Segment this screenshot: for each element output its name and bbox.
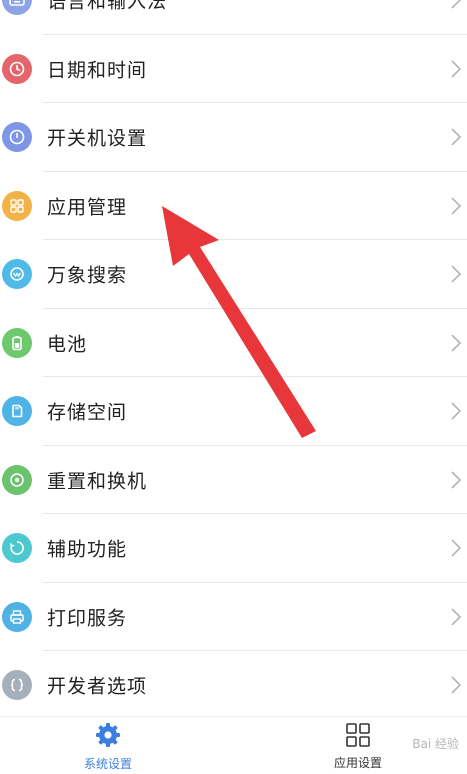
tab-label: 应用设置 (333, 755, 382, 770)
settings-item-app-management[interactable]: 应用管理 (0, 172, 467, 240)
chevron-right-icon (451, 60, 462, 78)
tab-label: 系统设置 (83, 756, 132, 771)
settings-screen: 语言和输入法 日期和时间 开关机设置 应用管理 万象搜索 电池 存储空间 重置和… (0, 0, 467, 774)
settings-item-battery[interactable]: 电池 (0, 309, 467, 377)
settings-item-reset-transfer[interactable]: 重置和换机 (0, 446, 467, 514)
chevron-right-icon (451, 265, 462, 283)
tab-app-settings[interactable]: 应用设置 (288, 717, 428, 774)
settings-item-universal-search[interactable]: 万象搜索 (0, 240, 467, 309)
settings-item-label: 日期和时间 (47, 59, 148, 82)
chevron-right-icon (451, 471, 462, 489)
settings-item-label: 存储空间 (47, 401, 128, 424)
settings-item-storage[interactable]: 存储空间 (0, 377, 467, 446)
baidu-watermark: Bai 经验 (412, 737, 459, 751)
storage-icon (2, 396, 32, 427)
settings-list: 语言和输入法 日期和时间 开关机设置 应用管理 万象搜索 电池 存储空间 重置和… (0, 0, 467, 720)
tab-system-settings[interactable]: 系统设置 (38, 717, 178, 774)
battery-icon (2, 327, 32, 358)
settings-item-label: 电池 (47, 333, 88, 356)
bottom-navigation: 系统设置 应用设置 Bai 经验 (0, 716, 467, 774)
code-braces-icon (2, 670, 32, 701)
search-icon (2, 259, 32, 290)
chevron-right-icon (451, 197, 462, 215)
chevron-right-icon (451, 0, 462, 9)
settings-item-label: 开关机设置 (47, 127, 148, 150)
settings-item-date-time[interactable]: 日期和时间 (0, 35, 467, 103)
settings-item-label: 重置和换机 (47, 470, 148, 493)
reset-icon (2, 464, 32, 495)
clock-icon (2, 53, 32, 84)
settings-item-accessibility[interactable]: 辅助功能 (0, 514, 467, 583)
power-icon (2, 122, 32, 153)
chevron-right-icon (451, 608, 462, 626)
settings-item-language[interactable]: 语言和输入法 (0, 0, 467, 35)
settings-item-label: 应用管理 (47, 196, 128, 219)
settings-item-label: 开发者选项 (47, 675, 148, 698)
settings-item-label: 万象搜索 (47, 264, 128, 287)
gear-icon (96, 722, 120, 747)
apps-grid-icon (2, 190, 32, 221)
settings-item-power-schedule[interactable]: 开关机设置 (0, 103, 467, 172)
chevron-right-icon (451, 402, 462, 420)
chevron-right-icon (451, 676, 462, 694)
settings-item-print-service[interactable]: 打印服务 (0, 583, 467, 651)
chevron-right-icon (451, 539, 462, 557)
accessibility-icon (2, 533, 32, 564)
settings-item-label: 辅助功能 (47, 538, 128, 561)
printer-icon (2, 601, 32, 632)
settings-item-label: 语言和输入法 (47, 0, 168, 13)
settings-item-label: 打印服务 (47, 607, 128, 630)
chevron-right-icon (451, 128, 462, 146)
settings-item-developer-options[interactable]: 开发者选项 (0, 651, 467, 720)
grid-icon (346, 722, 370, 747)
keyboard-icon (2, 0, 32, 16)
chevron-right-icon (451, 334, 462, 352)
